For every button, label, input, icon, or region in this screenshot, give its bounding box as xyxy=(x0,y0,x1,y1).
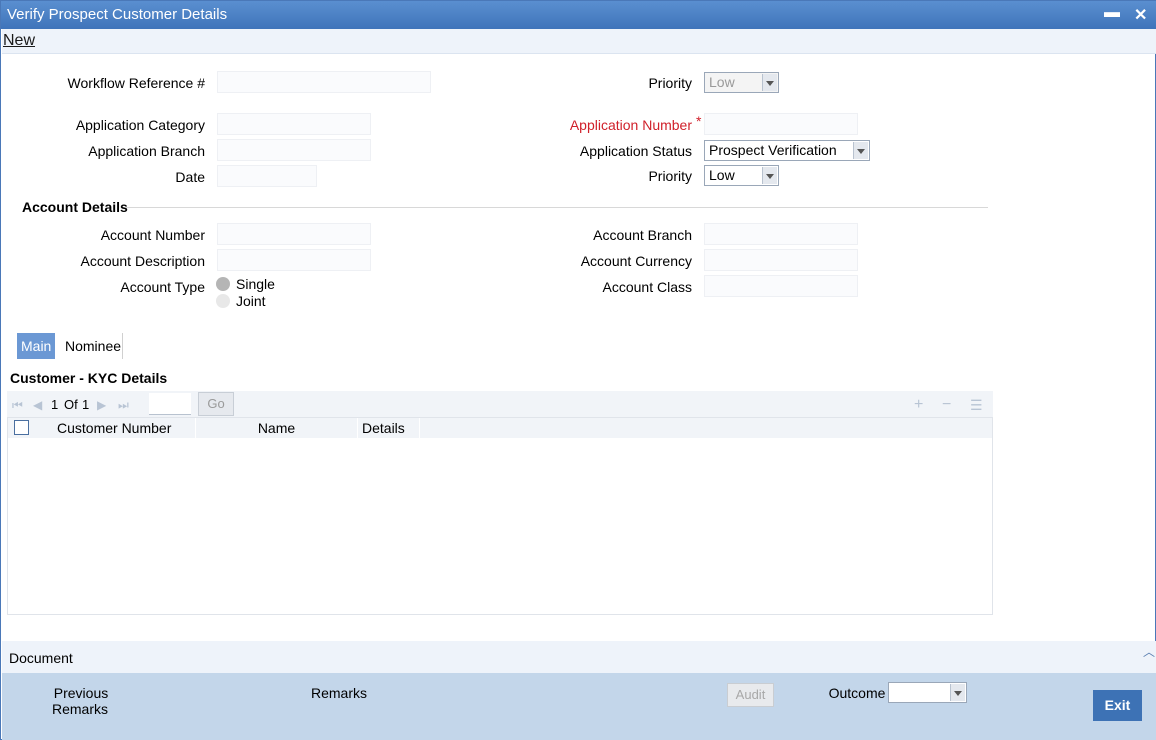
col-name[interactable]: Name xyxy=(196,418,358,438)
priority2-select[interactable]: Low xyxy=(704,165,779,186)
priority-value: Low xyxy=(709,74,735,90)
account-currency-label: Account Currency xyxy=(580,253,692,269)
new-link[interactable]: New xyxy=(3,32,35,50)
priority2-value: Low xyxy=(709,167,735,183)
tab-nominee[interactable]: Nominee xyxy=(61,333,125,359)
tab-main[interactable]: Main xyxy=(17,333,56,359)
footer-bar xyxy=(2,673,1156,740)
audit-button[interactable]: Audit xyxy=(727,683,774,707)
outcome-select[interactable] xyxy=(888,682,967,703)
account-details-title: Account Details xyxy=(22,199,128,215)
last-page-icon[interactable]: ⏭ xyxy=(118,398,129,413)
priority-select[interactable]: Low xyxy=(704,72,779,93)
priority-label: Priority xyxy=(648,75,692,91)
page-current: 1 xyxy=(51,397,59,412)
account-number-label: Account Number xyxy=(100,227,205,243)
col-details[interactable]: Details xyxy=(358,418,420,438)
account-branch-label: Account Branch xyxy=(593,227,692,243)
workflow-ref-label: Workflow Reference # xyxy=(67,75,205,91)
page-number-input[interactable] xyxy=(149,393,191,415)
radio-joint[interactable] xyxy=(216,294,230,308)
col-customer-number[interactable]: Customer Number xyxy=(36,418,196,438)
document-label[interactable]: Document xyxy=(9,650,73,666)
app-category-input[interactable] xyxy=(217,113,371,135)
account-currency-input[interactable] xyxy=(704,249,858,271)
priority2-label: Priority xyxy=(648,168,692,184)
go-button[interactable]: Go xyxy=(198,392,234,416)
previous-remarks-line1[interactable]: Previous xyxy=(41,685,121,701)
account-type-label: Account Type xyxy=(120,279,205,295)
columns-icon[interactable]: ☰ xyxy=(970,397,983,414)
close-icon[interactable]: ✕ xyxy=(1134,5,1147,25)
page-of: Of xyxy=(64,397,78,412)
menu-bar: New xyxy=(2,29,1156,54)
exit-button[interactable]: Exit xyxy=(1093,690,1142,721)
date-input[interactable] xyxy=(217,165,317,187)
account-number-input[interactable] xyxy=(217,223,371,245)
remarks-label[interactable]: Remarks xyxy=(301,685,377,701)
chevron-down-icon xyxy=(853,142,868,159)
account-description-label: Account Description xyxy=(80,253,205,269)
title-bar: Verify Prospect Customer Details ▬ ✕ xyxy=(1,1,1156,29)
app-status-value: Prospect Verification xyxy=(709,142,837,158)
next-page-icon[interactable]: ▶ xyxy=(97,398,106,412)
previous-remarks-line2[interactable]: Remarks xyxy=(41,701,119,717)
account-branch-input[interactable] xyxy=(704,223,858,245)
radio-single-label: Single xyxy=(236,276,275,292)
window-title: Verify Prospect Customer Details xyxy=(7,6,228,23)
prev-page-icon[interactable]: ◀ xyxy=(33,398,42,412)
section-divider xyxy=(126,207,988,208)
date-label: Date xyxy=(175,169,205,185)
tab-divider xyxy=(122,333,123,359)
document-bar: Document ︿ xyxy=(2,641,1156,673)
add-row-icon[interactable]: + xyxy=(914,396,923,414)
app-number-label: Application Number xyxy=(569,117,692,133)
chevron-down-icon xyxy=(762,167,777,184)
account-class-input[interactable] xyxy=(704,275,858,297)
kyc-details-title: Customer - KYC Details xyxy=(10,370,168,386)
radio-joint-label: Joint xyxy=(236,293,266,309)
page-total: 1 xyxy=(82,397,90,412)
account-description-input[interactable] xyxy=(217,249,371,271)
app-branch-label: Application Branch xyxy=(88,143,205,159)
outcome-label: Outcome xyxy=(828,685,886,701)
chevron-down-icon xyxy=(762,74,777,91)
kyc-grid: Customer Number Name Details xyxy=(7,417,993,615)
app-branch-input[interactable] xyxy=(217,139,371,161)
radio-single[interactable] xyxy=(216,277,230,291)
account-class-label: Account Class xyxy=(602,279,692,295)
verify-prospect-window: Verify Prospect Customer Details ▬ ✕ New… xyxy=(0,0,1156,740)
chevron-down-icon xyxy=(950,684,965,701)
minimize-icon[interactable]: ▬ xyxy=(1104,4,1120,22)
remove-row-icon[interactable]: − xyxy=(942,396,951,414)
app-category-label: Application Category xyxy=(75,117,205,133)
required-marker: * xyxy=(696,113,702,129)
app-status-select[interactable]: Prospect Verification xyxy=(704,140,870,161)
chevron-up-icon[interactable]: ︿ xyxy=(1143,643,1155,660)
app-number-input[interactable] xyxy=(704,113,858,135)
grid-header: Customer Number Name Details xyxy=(8,418,992,438)
workflow-ref-input[interactable] xyxy=(217,71,431,93)
app-status-label: Application Status xyxy=(579,143,692,159)
first-page-icon[interactable]: ⏮ xyxy=(12,398,23,413)
select-all-checkbox[interactable] xyxy=(14,420,29,435)
